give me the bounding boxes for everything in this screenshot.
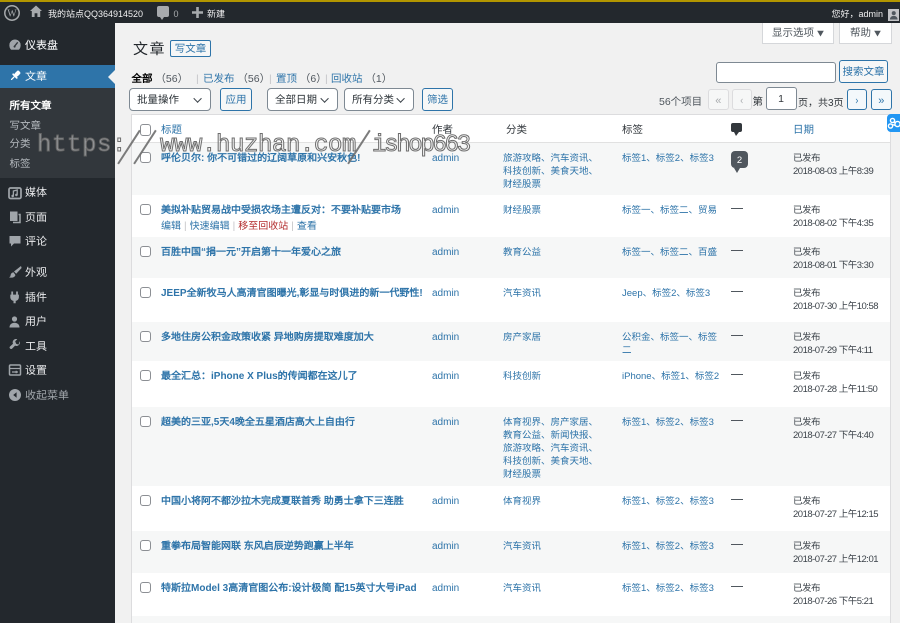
svg-text:W: W bbox=[7, 8, 17, 19]
